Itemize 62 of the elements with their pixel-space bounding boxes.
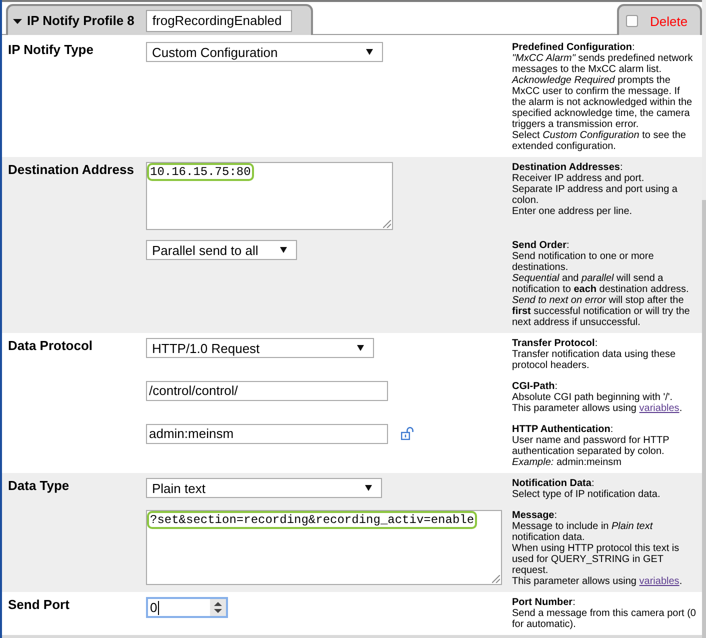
- help-text: Message to include in Plain text notification data.: [512, 521, 654, 543]
- help-link[interactable]: variables: [639, 576, 680, 587]
- text-area[interactable]: 10.16.15.75:80: [146, 162, 393, 230]
- help-text: Send to next on error will stop after the first successful notification or will try the next address if unsuccessful.: [512, 295, 691, 328]
- help-text: This parameter allows using variables.: [512, 576, 684, 587]
- highlighted-text: 10.16.15.75:80: [147, 163, 254, 181]
- help-text: Select Custom Configuration to see the extended configuration.: [512, 130, 687, 152]
- scrollbar-thumb[interactable]: [702, 200, 706, 638]
- spinner-icon[interactable]: [210, 599, 226, 616]
- dropdown-arrow-icon[interactable]: [365, 485, 372, 491]
- help-heading: Port Number:: [512, 597, 576, 608]
- padlock-icon[interactable]: [401, 427, 414, 440]
- help-heading: CGI-Path:: [512, 381, 559, 392]
- dropdown[interactable]: Parallel send to all: [146, 240, 297, 260]
- help-text: Receiver IP address and port.: [512, 173, 646, 184]
- help-heading: Notification Data:: [512, 478, 596, 489]
- help-heading: Transfer Protocol:: [512, 338, 599, 349]
- help-heading: Destination Addresses:: [512, 162, 624, 173]
- help-text: Send notification to one or more destinations.: [512, 251, 655, 273]
- help-text: Sequential and parallel will send a notification to each destination address.: [512, 273, 690, 295]
- help-text: Send a message from this camera port (0 for automatic).: [512, 608, 696, 630]
- help-text: Absolute CGI path beginning with '/'.: [512, 392, 674, 403]
- dropdown-arrow-icon[interactable]: [366, 49, 373, 55]
- help-text: Example: admin:meinsm: [512, 457, 622, 468]
- help-text: This parameter allows using variables.: [512, 403, 684, 414]
- help-heading: HTTP Authentication:: [512, 424, 614, 435]
- field-label: Send Port: [7, 597, 70, 614]
- resize-grip-icon[interactable]: [383, 220, 391, 228]
- scrollbar-track[interactable]: [702, 0, 706, 638]
- highlighted-text: ?set&section=recording&recording_activ=enable: [147, 511, 478, 529]
- help-text: Transfer notification data using these protocol headers.: [512, 349, 677, 371]
- profile-title: IP Notify Profile 8: [27, 13, 134, 28]
- field-label: Data Protocol: [7, 338, 94, 355]
- field-label: Destination Address: [7, 162, 135, 179]
- help-text: Acknowledge Required prompts the MxCC user to confirm the message. If the alarm is not acknowledged within the specified acknowledge time, the camera triggers a transmission error.: [512, 75, 694, 130]
- profile-name-field[interactable]: frogRecordingEnabled: [146, 10, 292, 32]
- help-text: Select type of IP notification data.: [512, 489, 662, 500]
- help-text: Separate IP address and port using a colon.: [512, 184, 678, 206]
- field-label: Data Type: [7, 478, 70, 495]
- profile-tab[interactable]: IP Notify Profile 8 frogRecordingEnabled: [6, 4, 313, 35]
- help-heading: Predefined Configuration:: [512, 42, 636, 53]
- help-heading: Message:: [512, 510, 558, 521]
- help-text: Enter one address per line.: [512, 206, 634, 217]
- help-text: "MxCC Alarm" sends predefined network messages to the MxCC alarm list.: [512, 53, 694, 75]
- text-cursor-icon: [158, 600, 160, 614]
- help-text: When using HTTP protocol this text is used for QUERY_STRING in GET request.: [512, 543, 680, 576]
- text-area[interactable]: ?set&section=recording&recording_activ=enable: [146, 510, 502, 585]
- text-field[interactable]: /control/control/: [146, 381, 388, 401]
- help-text: User name and password for HTTP authentication separated by colon.: [512, 435, 670, 457]
- text-field[interactable]: admin:meinsm: [146, 424, 388, 444]
- dropdown[interactable]: Plain text: [146, 478, 382, 498]
- dropdown[interactable]: Custom Configuration: [146, 42, 383, 62]
- delete-checkbox[interactable]: [626, 14, 638, 26]
- number-field[interactable]: 0: [146, 597, 228, 618]
- dropdown[interactable]: HTTP/1.0 Request: [146, 338, 374, 358]
- field-label: IP Notify Type: [7, 42, 94, 59]
- resize-grip-icon[interactable]: [492, 575, 500, 583]
- help-heading: Send Order:: [512, 240, 570, 251]
- help-link[interactable]: variables: [639, 403, 680, 414]
- dropdown-arrow-icon[interactable]: [357, 345, 364, 351]
- dropdown-arrow-icon[interactable]: [280, 247, 287, 253]
- caret-icon[interactable]: [13, 18, 22, 24]
